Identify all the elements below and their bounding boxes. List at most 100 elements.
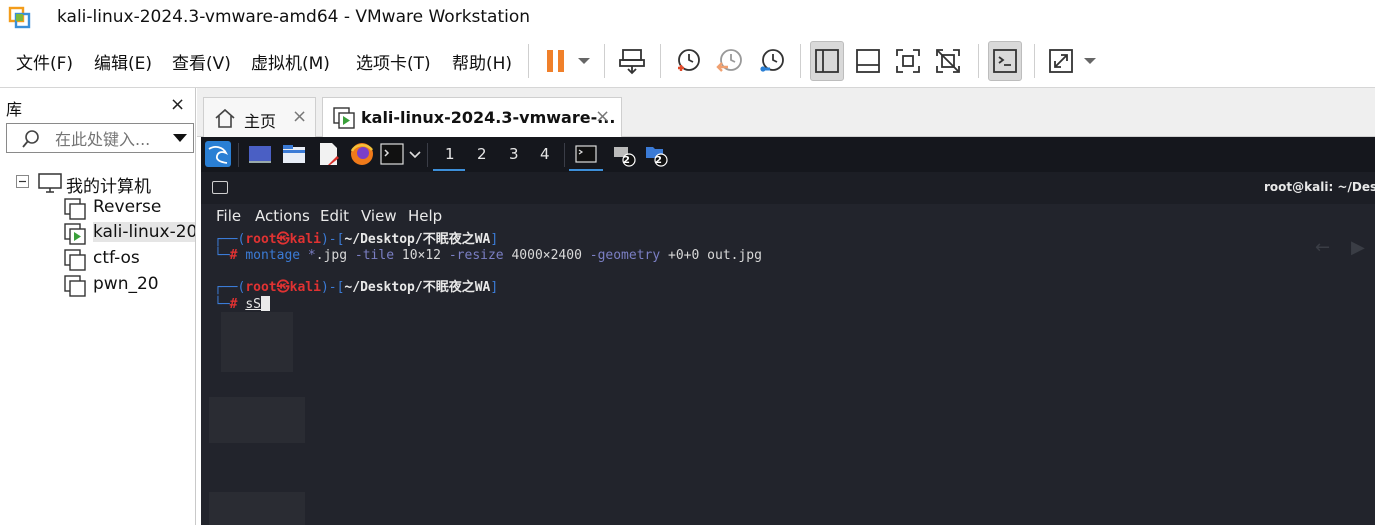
library-title: 库 [6, 100, 23, 119]
workspace-3[interactable]: 3 [509, 145, 519, 163]
tab-close-button[interactable]: × [292, 106, 307, 127]
vm-icon [64, 249, 86, 271]
menu-help[interactable]: 帮助(H) [452, 49, 512, 74]
menu-edit[interactable]: 编辑(E) [94, 49, 152, 74]
vm-console[interactable]: 1 2 3 4 2 2 root@kali: ~/Desktop File [201, 137, 1375, 525]
library-close-button[interactable]: × [170, 94, 185, 115]
library-view-icon [815, 49, 839, 73]
revert-snapshot-button[interactable] [712, 41, 748, 81]
tree-item-ctf-os[interactable]: ctf-os [64, 246, 194, 272]
menu-toolbar: 文件(F) 编辑(E) 查看(V) 虚拟机(M) 选项卡(T) 帮助(H) [0, 34, 1375, 88]
prompt-line: ┌──(root㉿kali)-[~/Desktop/不眠夜之WA] [214, 232, 499, 247]
terminal-output[interactable]: ┌──(root㉿kali)-[~/Desktop/不眠夜之WA] └─# mo… [201, 230, 1375, 525]
show-desktop-icon[interactable] [247, 141, 273, 167]
panel-separator [238, 143, 239, 167]
terminal-icon [212, 181, 228, 194]
pause-button[interactable] [540, 41, 572, 81]
search-icon [22, 130, 39, 148]
menu-tabs[interactable]: 选项卡(T) [356, 49, 431, 74]
menu-view[interactable]: 查看(V) [172, 49, 231, 74]
toolbar-separator [800, 44, 801, 78]
tree-item-kali[interactable]: kali-linux-2024.3-vmware-amd64 [64, 220, 195, 246]
terminal-cursor [260, 296, 270, 311]
vm-icon [64, 275, 86, 297]
fullscreen-button[interactable] [892, 41, 924, 81]
home-icon [215, 108, 235, 128]
toolbar-separator [978, 44, 979, 78]
thumbnail-bar-button[interactable] [852, 41, 884, 81]
show-library-button[interactable] [810, 41, 844, 81]
forward-arrow-icon: ▶ [1351, 237, 1365, 258]
terminal-menu-help[interactable]: Help [408, 207, 442, 225]
vmware-logo-icon [8, 6, 31, 29]
menu-vm[interactable]: 虚拟机(M) [251, 49, 330, 74]
stretch-dropdown-button[interactable] [1080, 41, 1100, 81]
library-search-input[interactable] [55, 130, 167, 149]
tree-item-reverse[interactable]: Reverse [64, 195, 194, 221]
tab-label: 主页 [244, 112, 277, 131]
tab-close-button[interactable]: × [595, 106, 610, 127]
vm-running-icon [64, 223, 86, 245]
tree-root-label: 我的计算机 [66, 177, 151, 197]
thumbnail-bar-icon [856, 49, 880, 73]
send-keys-icon [619, 49, 645, 75]
terminal-menu-file[interactable]: File [216, 207, 241, 225]
prompt-line: ┌──(root㉿kali)-[~/Desktop/不眠夜之WA] [214, 280, 499, 295]
send-ctrl-alt-del-button[interactable] [614, 41, 650, 81]
toolbar-separator [660, 44, 661, 78]
tree-item-pwn20[interactable]: pwn_20 [64, 272, 194, 298]
snapshot-manager-button[interactable] [754, 41, 790, 81]
tab-label: kali-linux-2024.3-vmware-... [361, 108, 616, 127]
power-dropdown-button[interactable] [574, 41, 594, 81]
terminal-titlebar[interactable]: root@kali: ~/Desktop [201, 172, 1375, 204]
firefox-icon[interactable] [349, 141, 375, 167]
terminal-menu-actions[interactable]: Actions [255, 207, 310, 225]
terminal-launcher-icon[interactable] [379, 141, 405, 167]
menu-file[interactable]: 文件(F) [16, 49, 73, 74]
computer-icon [38, 173, 62, 193]
kali-menu-icon[interactable] [205, 141, 231, 167]
terminal-menu-edit[interactable]: Edit [320, 207, 349, 225]
terminal-menu-view[interactable]: View [361, 207, 397, 225]
file-manager-icon[interactable] [281, 141, 307, 167]
window-count-badge: 2 [623, 155, 630, 166]
workspace-2[interactable]: 2 [477, 145, 487, 163]
tab-kali[interactable]: kali-linux-2024.3-vmware-... × [322, 97, 622, 137]
revert-snapshot-icon [716, 49, 742, 72]
command-line: └─# sS [214, 296, 270, 313]
library-search[interactable] [6, 123, 194, 153]
chevron-down-icon[interactable] [409, 150, 421, 160]
search-dropdown-icon[interactable] [173, 134, 187, 142]
text-editor-icon[interactable] [315, 141, 341, 167]
unity-button[interactable] [932, 41, 964, 81]
unity-icon [936, 49, 960, 73]
vm-running-icon [333, 107, 355, 129]
console-icon [993, 49, 1017, 73]
console-view-button[interactable] [988, 41, 1022, 81]
chevron-down-icon [578, 58, 590, 64]
command-line: └─# montage *.jpg -tile 10×12 -resize 40… [214, 248, 762, 263]
toolbar-separator [528, 44, 529, 78]
library-panel: 库 × 我的计算机 Reverse kali-li [0, 88, 196, 525]
panel-separator [564, 143, 565, 167]
workspace-1[interactable]: 1 [445, 145, 455, 163]
toolbar-separator [604, 44, 605, 78]
terminal-window-icon[interactable] [573, 141, 599, 167]
tree-my-computer[interactable]: 我的计算机 [16, 170, 194, 197]
vm-icon [64, 198, 86, 220]
stretch-icon [1049, 49, 1073, 73]
tab-home[interactable]: 主页 × [203, 97, 316, 137]
stretch-guest-button[interactable] [1044, 41, 1078, 81]
workspace-4[interactable]: 4 [540, 145, 550, 163]
pause-icon [547, 50, 564, 72]
title-bar: kali-linux-2024.3-vmware-amd64 - VMware … [0, 0, 1375, 34]
take-snapshot-button[interactable] [670, 41, 706, 81]
back-arrow-icon: ← [1315, 237, 1331, 258]
typed-input: sS [245, 297, 261, 312]
chevron-down-icon [1084, 58, 1096, 64]
toolbar-separator [1034, 44, 1035, 78]
window-title: kali-linux-2024.3-vmware-amd64 - VMware … [57, 7, 531, 27]
collapse-icon[interactable] [16, 175, 29, 188]
snapshot-icon [678, 49, 700, 71]
terminal-title: root@kali: ~/Desktop [1264, 180, 1375, 194]
